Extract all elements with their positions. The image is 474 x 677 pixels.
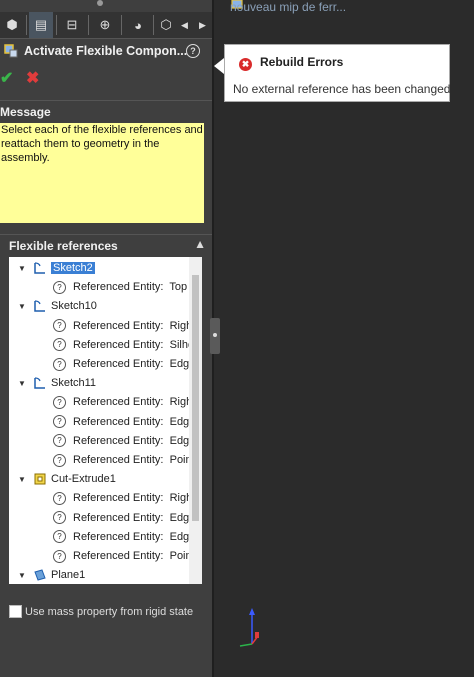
configuration-manager-tab-icon[interactable]: ⊟ [60,12,84,38]
cut-extrude-icon [34,473,46,485]
unresolved-reference-icon: ? [53,511,66,525]
referenced-entity-label: Referenced Entity: Edge [73,434,189,447]
unresolved-reference-icon: ? [53,530,66,544]
tree-node-cut-extrude1[interactable]: ▼ Cut-Extrude1 [17,470,116,488]
message-section-header[interactable]: Message [0,100,212,123]
rebuild-errors-popup: ✖ Rebuild Errors No external reference h… [224,44,450,102]
property-manager-tab-icon[interactable]: ▤ [29,12,53,38]
mass-property-label: Use mass property from rigid state [25,605,194,618]
mass-property-row[interactable]: Use mass property from rigid state [9,605,193,618]
tree-node-label: Sketch2 [51,262,95,274]
sketch-icon [34,262,45,274]
referenced-entity-label: Referenced Entity: Silhou [73,338,189,351]
reference-triad-icon [239,608,259,647]
mass-property-checkbox[interactable] [9,605,22,618]
unresolved-reference-icon: ? [53,280,66,294]
unresolved-reference-icon: ? [53,357,66,371]
referenced-entity-label: Referenced Entity: Right [73,319,189,332]
referenced-entity-item[interactable]: ? Referenced Entity: Right [53,317,189,335]
flexible-references-tree: ▼ Sketch2? Referenced Entity: Top F ▼ Sketch… [9,257,189,584]
referenced-entity-label: Referenced Entity: Top F [73,281,189,294]
tree-node-label: Sketch11 [51,377,97,390]
flexible-references-heading: Flexible references [9,239,118,253]
expand-toggle-icon[interactable]: ▼ [17,475,27,484]
tree-node-plane1[interactable]: ▼ Plane1 [17,566,85,584]
unresolved-reference-icon: ? [53,434,66,448]
unresolved-reference-icon: ? [53,549,66,563]
unresolved-reference-icon: ? [53,491,66,505]
error-popup-message: No external reference has been changed [233,82,451,96]
tab-scroll-left-icon[interactable]: ◀ [176,12,193,38]
referenced-entity-item[interactable]: ? Referenced Entity: Right [53,489,189,507]
referenced-entity-item[interactable]: ? Referenced Entity: Top F [53,278,189,296]
property-manager-title: Activate Flexible Compon... [24,44,188,58]
referenced-entity-item[interactable]: ? Referenced Entity: Right [53,393,189,411]
error-popup-title: Rebuild Errors [260,55,344,69]
unresolved-reference-icon: ? [53,415,66,429]
error-icon: ✖ [239,58,252,71]
referenced-entity-item[interactable]: ? Referenced Entity: Edge [53,528,189,546]
expand-toggle-icon[interactable]: ▼ [17,302,27,311]
tree-scrollbar[interactable] [189,257,202,584]
feature-manager-tab-icon[interactable]: ⬢ [0,12,24,38]
referenced-entity-item[interactable]: ? Referenced Entity: Edge [53,413,189,431]
property-manager-panel: ⬢ ▤ ⊟ ⊕ ◕ ⬡ ◀ ▶ Activate Flexible Compon… [0,0,212,677]
panel-grip[interactable] [97,0,103,6]
referenced-entity-item[interactable]: ? Referenced Entity: Point [53,451,189,469]
manager-tab-bar: ⬢ ▤ ⊟ ⊕ ◕ ⬡ ◀ ▶ [0,12,212,39]
ok-button[interactable]: ✔ [0,68,16,87]
message-box: Select each of the flexible references a… [0,123,204,223]
referenced-entity-item[interactable]: ? Referenced Entity: Edge [53,509,189,527]
tree-scrollbar-thumb[interactable] [192,275,199,521]
tree-node-label: Cut-Extrude1 [51,473,116,486]
dimxpert-manager-tab-icon[interactable]: ⊕ [93,12,117,38]
assembly-name-label[interactable]: nouveau mip de ferr... [230,0,346,14]
message-heading: Message [0,105,51,119]
sketch-icon [34,300,45,313]
custom-tab-icon[interactable]: ⬡ [157,12,175,38]
unresolved-reference-icon: ? [53,338,66,352]
chevron-up-icon[interactable]: ▲ [194,237,206,251]
referenced-entity-item[interactable]: ? Referenced Entity: Silhou [53,336,189,354]
display-manager-tab-icon[interactable]: ◕ [126,12,150,38]
expand-toggle-icon[interactable]: ▼ [17,379,27,388]
flexible-component-icon [4,44,18,58]
referenced-entity-item[interactable]: ? Referenced Entity: Point [53,547,189,565]
panel-collapse-handle[interactable] [210,318,220,354]
error-popup-pointer [214,58,224,74]
referenced-entity-label: Referenced Entity: Right [73,492,189,505]
referenced-entity-label: Referenced Entity: Point [73,550,189,562]
unresolved-reference-icon: ? [53,453,66,467]
unresolved-reference-icon: ? [53,395,66,409]
referenced-entity-label: Referenced Entity: Right [73,396,189,409]
flexible-references-section-header[interactable]: Flexible references ▲ [0,234,212,257]
tree-node-sketch2[interactable]: ▼ Sketch2 [17,259,95,277]
tree-node-sketch11[interactable]: ▼ Sketch11 [17,374,96,392]
tree-node-sketch10[interactable]: ▼ Sketch10 [17,297,97,315]
sketch-icon [34,377,45,389]
plane-icon [34,569,46,581]
referenced-entity-label: Referenced Entity: Edge [73,530,189,543]
referenced-entity-label: Referenced Entity: Point [73,454,189,466]
help-icon[interactable]: ? [186,44,200,58]
referenced-entity-item[interactable]: ? Referenced Entity: Edge [53,432,189,450]
referenced-entity-item[interactable]: ? Referenced Entity: Edge [53,355,189,373]
referenced-entity-label: Referenced Entity: Edge [73,511,189,524]
expand-toggle-icon[interactable]: ▼ [17,571,27,580]
referenced-entity-label: Referenced Entity: Edge [73,415,189,428]
tab-scroll-right-icon[interactable]: ▶ [194,12,211,38]
tree-node-label: Plane1 [51,569,86,582]
unresolved-reference-icon: ? [53,319,66,333]
referenced-entity-label: Referenced Entity: Edge [73,358,189,370]
cancel-button[interactable]: ✖ [26,68,42,87]
tree-node-label: Sketch10 [51,300,97,313]
expand-toggle-icon[interactable]: ▼ [17,264,27,273]
